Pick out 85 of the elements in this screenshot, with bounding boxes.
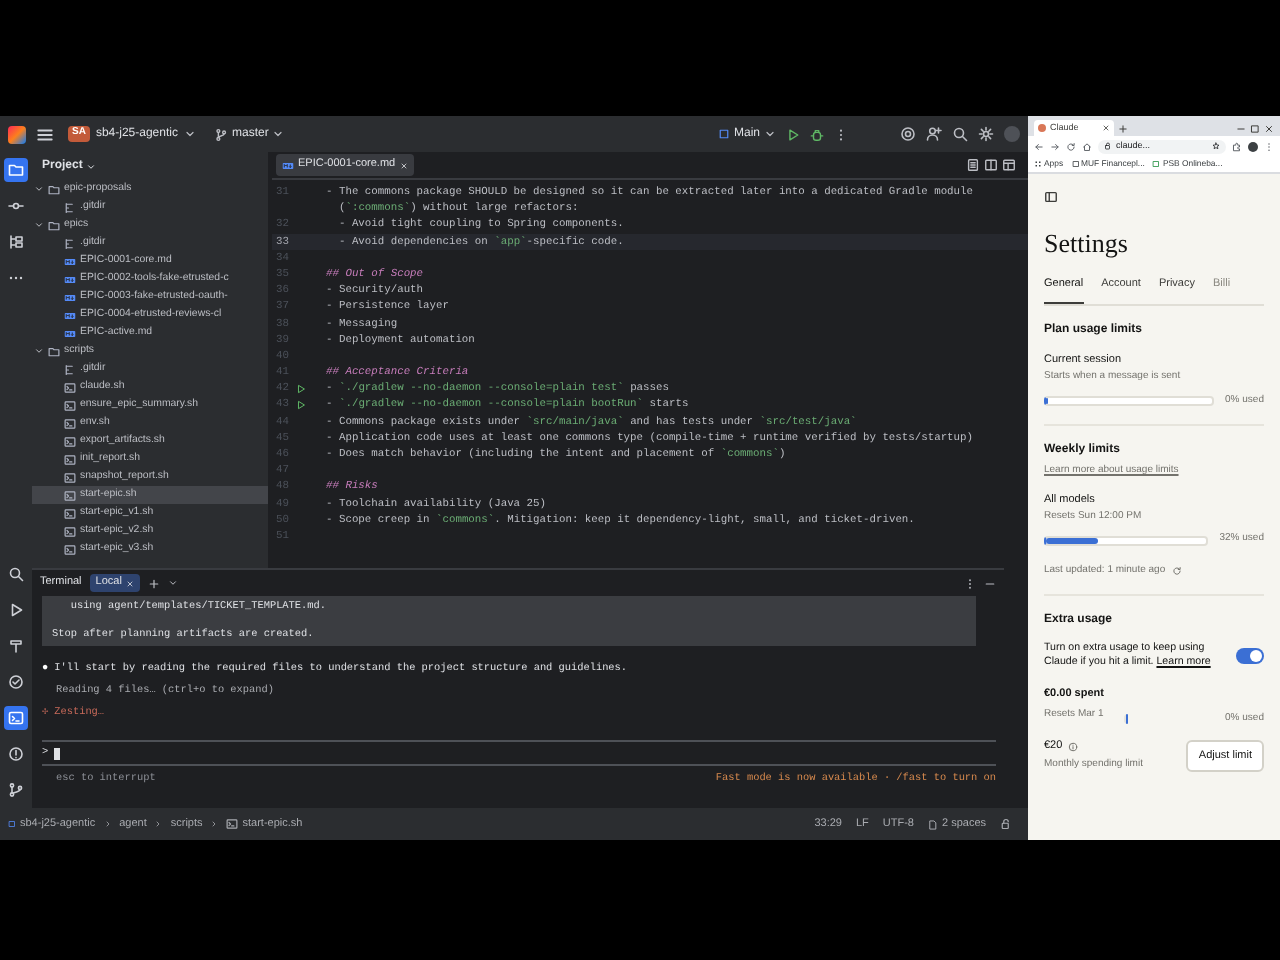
bug-icon[interactable]	[810, 127, 824, 141]
page-title: Settings	[1044, 226, 1130, 262]
script-file-icon	[64, 453, 76, 465]
bookmark-icon	[1152, 159, 1161, 168]
add-user-icon[interactable]	[926, 126, 942, 142]
branch-icon	[213, 127, 228, 141]
tool-window-button[interactable]	[4, 670, 28, 694]
folder-icon	[48, 219, 60, 231]
hammer-icon	[8, 638, 24, 654]
markdown-file-icon	[64, 255, 76, 267]
markdown-file-icon	[64, 291, 76, 303]
run-icon[interactable]	[786, 127, 800, 141]
chevron-down-icon[interactable]	[764, 128, 776, 140]
star-icon[interactable]	[1212, 142, 1220, 150]
sidebar-icon[interactable]	[1044, 190, 1058, 204]
script-file-icon	[64, 543, 76, 555]
app-logo-icon[interactable]	[8, 125, 26, 143]
menu-icon[interactable]	[36, 125, 54, 143]
bookmark-icon	[1071, 159, 1080, 168]
script-file-icon	[64, 525, 76, 537]
reload-icon[interactable]	[1066, 141, 1076, 151]
chevron-down-icon[interactable]	[167, 578, 178, 588]
chevron-down-icon[interactable]	[86, 161, 97, 171]
profile-icon[interactable]	[1248, 141, 1258, 151]
chevron-down-icon[interactable]	[272, 128, 285, 140]
reader-mode-icon[interactable]	[966, 158, 980, 172]
forward-icon[interactable]	[1050, 141, 1060, 151]
refresh-icon[interactable]	[1171, 566, 1182, 576]
tool-window-button[interactable]	[4, 706, 28, 730]
markdown-file-icon	[64, 327, 76, 339]
script-file-icon	[64, 471, 76, 483]
folder-icon	[48, 183, 60, 195]
home-icon[interactable]	[1082, 141, 1092, 151]
script-file-icon	[64, 435, 76, 447]
plus-icon[interactable]	[147, 577, 160, 589]
tool-window-button[interactable]	[4, 158, 28, 182]
script-file-icon	[64, 417, 76, 429]
preview-icon[interactable]	[1002, 158, 1016, 172]
services-icon	[8, 674, 24, 690]
tool-window-button[interactable]	[4, 634, 28, 658]
extensions-icon[interactable]	[1232, 141, 1242, 151]
git-file-icon	[64, 201, 76, 213]
folder-icon	[8, 162, 24, 178]
plus-icon[interactable]	[1118, 124, 1128, 134]
lock-icon	[1104, 142, 1112, 150]
folder-icon	[48, 345, 60, 357]
favicon-icon	[1038, 124, 1046, 132]
maximize-icon[interactable]	[1250, 124, 1260, 134]
split-view-icon[interactable]	[984, 158, 998, 172]
toggle-switch[interactable]	[1236, 648, 1264, 665]
markdown-file-icon	[64, 309, 76, 321]
terminal-icon	[8, 710, 24, 726]
chevron-down-icon[interactable]	[183, 128, 196, 140]
tool-window-button[interactable]	[4, 230, 28, 254]
script-file-icon	[64, 381, 76, 393]
tool-window-button[interactable]	[4, 562, 28, 586]
tool-window-button[interactable]	[4, 742, 28, 766]
minimize-icon[interactable]	[984, 577, 996, 589]
lock-icon[interactable]	[1000, 818, 1012, 830]
alert-icon	[8, 746, 24, 762]
chevron-down-icon[interactable]	[34, 220, 44, 230]
script-file-icon	[226, 818, 239, 830]
script-file-icon	[64, 489, 76, 501]
script-file-icon	[64, 399, 76, 411]
close-icon[interactable]	[1264, 124, 1274, 134]
commit-icon	[8, 198, 24, 214]
run-icon	[8, 602, 24, 618]
info-icon[interactable]	[1068, 741, 1079, 752]
git-file-icon	[64, 237, 76, 249]
search-icon	[8, 566, 24, 582]
script-file-icon	[64, 507, 76, 519]
markdown-file-icon	[282, 159, 294, 171]
structure-icon	[8, 234, 24, 250]
chevron-down-icon[interactable]	[34, 184, 44, 194]
target-icon[interactable]	[900, 126, 916, 142]
search-icon[interactable]	[952, 126, 968, 142]
settings-icon[interactable]	[978, 126, 994, 142]
branch-icon	[8, 782, 24, 798]
close-icon[interactable]	[1102, 124, 1110, 132]
git-file-icon	[64, 363, 76, 375]
back-icon[interactable]	[1034, 141, 1044, 151]
markdown-file-icon	[64, 273, 76, 285]
tool-window-button[interactable]	[4, 778, 28, 802]
chevron-down-icon[interactable]	[34, 346, 44, 356]
text-cursor	[54, 747, 61, 759]
